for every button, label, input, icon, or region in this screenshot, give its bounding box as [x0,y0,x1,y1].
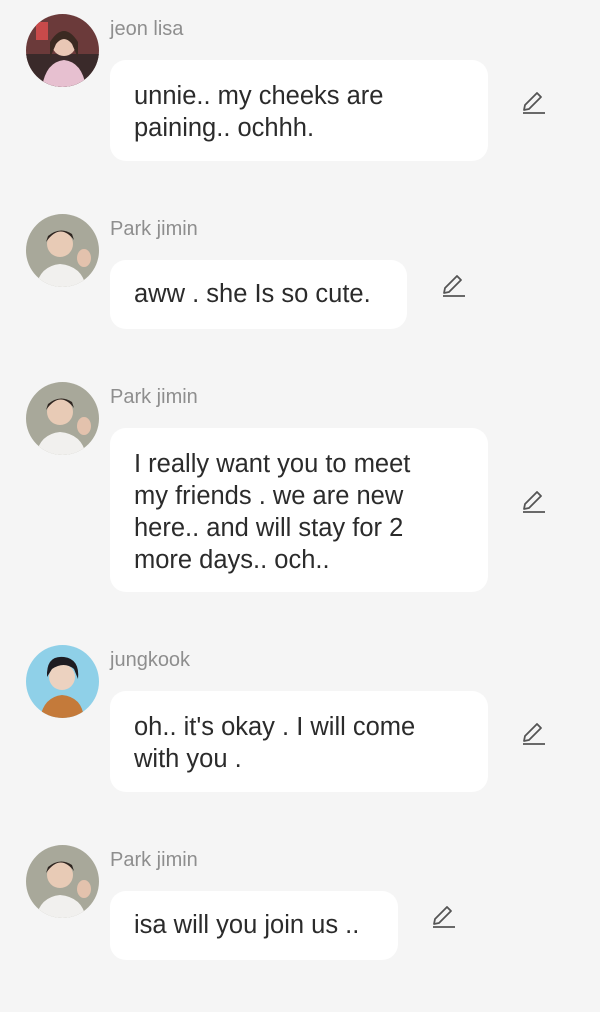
message-text: I really want you to meet [134,450,411,478]
message-text: here.. and will stay for 2 [134,514,404,542]
message-text: paining.. ochhh. [134,114,315,142]
pencil-edit-icon[interactable] [520,488,548,516]
author-name: jeon lisa [110,18,184,40]
pencil-edit-icon[interactable] [520,720,548,748]
author-name: Park jimin [110,386,198,408]
message-text: unnie.. my cheeks are [134,82,384,110]
pencil-edit-icon[interactable] [440,272,468,300]
message-text: oh.. it's okay . I will come [134,713,416,741]
message-text: isa will you join us .. [134,911,360,939]
message-bubble[interactable]: aww . she Is so cute. [110,260,407,329]
author-name: Park jimin [110,218,198,240]
pencil-edit-icon[interactable] [520,89,548,117]
message-text: with you . [134,745,242,773]
message-bubble[interactable]: isa will you join us .. [110,891,398,960]
avatar[interactable] [26,214,99,287]
author-name: Park jimin [110,849,198,871]
message-bubble[interactable]: I really want you to meet my friends . w… [110,428,488,592]
message-bubble[interactable]: oh.. it's okay . I will come with you . [110,691,488,792]
avatar[interactable] [26,382,99,455]
message-text: my friends . we are new [134,482,404,510]
message-text: more days.. och.. [134,546,330,574]
avatar[interactable] [26,14,99,87]
author-name: jungkook [110,649,191,671]
message-bubble[interactable]: unnie.. my cheeks are paining.. ochhh. [110,60,488,161]
pencil-edit-icon[interactable] [430,903,458,931]
avatar[interactable] [26,645,99,718]
message-text: aww . she Is so cute. [134,280,371,308]
avatar[interactable] [26,845,99,918]
